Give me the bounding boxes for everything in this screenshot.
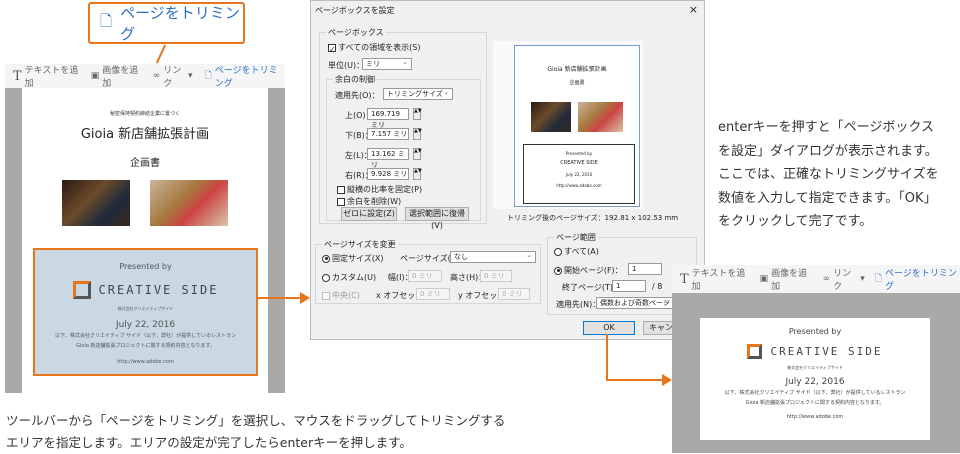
fixed-size-radio[interactable]: 固定サイズ(X): [322, 253, 383, 264]
image-icon: ▣: [90, 71, 100, 81]
custom-radio[interactable]: カスタム(U): [322, 272, 376, 283]
link-button[interactable]: ∞ リンク ▾: [153, 63, 193, 89]
arrow-head-icon: [300, 292, 310, 304]
ok-button[interactable]: OK: [583, 321, 635, 335]
preview-crop-box: Presented by CREATIVE SIDE July 22, 2016…: [523, 144, 635, 204]
photo-restaurant-night: [62, 180, 130, 226]
preview-page: Gioia 新店舗拡張計画 企画書 Presented by CREATIVE …: [514, 45, 640, 207]
right-margin-input[interactable]: 9.928 ミリ: [367, 168, 409, 180]
doc-heading: 企画書: [130, 158, 160, 169]
doc-title: Gioia 新店舗拡張計画: [80, 127, 210, 142]
text-icon: T: [13, 68, 22, 84]
y-offset-input[interactable]: 0 ミリ: [498, 288, 530, 300]
creative-side-logo: CREATIVE SIDE: [72, 281, 219, 299]
bottom-spinner[interactable]: ▲▼: [413, 128, 422, 140]
add-text-button[interactable]: T テキストを追加: [680, 266, 750, 292]
top-spinner[interactable]: ▲▼: [413, 108, 422, 120]
pagesize-group: ページサイズを変更 固定サイズ(X) ページサイズ(Q)： なし カスタム(U)…: [315, 239, 541, 304]
crop-page-callout: 🗋 ページをトリミング: [88, 2, 245, 44]
width-input[interactable]: 0 ミリ: [408, 270, 442, 282]
margins-group: 余白の制御 適用先(O)： トリミングサイズ 上(O)： 169.719 ミリ …: [326, 74, 481, 230]
photo-restaurant-day: [150, 180, 228, 226]
link-icon: ∞: [152, 71, 161, 81]
step-caption: ツールバーから「ページをトリミング」を選択し、マウスをドラッグしてトリミングする…: [6, 413, 506, 450]
page-size-select[interactable]: なし: [450, 250, 536, 263]
set-zero-button[interactable]: ゼロに設定(Z): [341, 207, 397, 221]
range-apply-select[interactable]: 偶数および奇数ページ: [596, 296, 674, 309]
arrow-head-icon: [662, 374, 672, 386]
left-spinner[interactable]: ▲▼: [413, 148, 422, 160]
add-text-button[interactable]: T テキストを追加: [13, 63, 79, 89]
arrow-line: [258, 297, 302, 299]
constrain-checkbox[interactable]: 縦横の比率を固定(P): [337, 184, 422, 195]
result-toolbar: T テキストを追加 ▣ 画像を追加 ∞ リンク ▾ 🗋 ページをトリミング: [672, 265, 960, 293]
from-page-radio[interactable]: 開始ページ(F)：: [554, 265, 623, 276]
link-button[interactable]: ∞ リンク ▾: [823, 266, 865, 292]
crop-page-icon: 🗋: [100, 11, 113, 30]
dialog-title: ページボックスを設定: [315, 6, 395, 15]
pagebox-group: ページボックス ✓すべての領域を表示(S) 単位(U)： ミリ 余白の制御 適用…: [319, 27, 487, 230]
preview-area: Gioia 新店舗拡張計画 企画書 Presented by CREATIVE …: [493, 41, 643, 209]
left-margin-input[interactable]: 13.162 ミリ: [367, 148, 409, 169]
revert-selection-button[interactable]: 選択範囲に復帰(V): [405, 207, 469, 230]
edit-toolbar: T テキストを追加 ▣ 画像を追加 ∞ リンク ▾ 🗋 ページをトリミング: [5, 63, 285, 89]
cropped-page: Presented by CREATIVE SIDE 株式会社クリエイティブサイ…: [700, 318, 930, 440]
apply-to-select[interactable]: トリミングサイズ: [383, 87, 453, 100]
show-all-checkbox[interactable]: ✓ すべての領域を表示(S): [328, 42, 420, 54]
to-page-input[interactable]: 1: [612, 280, 646, 292]
right-spinner[interactable]: ▲▼: [413, 168, 422, 180]
add-image-button[interactable]: ▣ 画像を追加: [91, 63, 141, 89]
bottom-margin-input[interactable]: 7.157 ミリ: [367, 128, 409, 140]
remove-white-checkbox[interactable]: 余白を削除(W): [337, 196, 401, 207]
crop-pages-button[interactable]: 🗋 ページをトリミング: [875, 266, 960, 292]
height-input[interactable]: 0 ミリ: [480, 270, 512, 282]
doc-subtitle: 秘密保持契約締結企業に置づく: [109, 111, 180, 117]
crop-page-icon: 🗋: [204, 71, 212, 81]
top-margin-input[interactable]: 169.719 ミリ: [367, 108, 409, 129]
from-page-input[interactable]: 1: [628, 263, 662, 275]
ok-arrow-line: [606, 334, 608, 381]
trimmed-size-label: トリミング後のページサイズ：192.81 x 102.53 mm: [507, 214, 679, 222]
crop-pages-button[interactable]: 🗋 ページをトリミング: [205, 63, 285, 89]
callout-pointer: [155, 44, 167, 64]
unit-select[interactable]: ミリ: [362, 57, 412, 70]
close-icon[interactable]: ×: [689, 3, 698, 16]
explanation-text: enterキーを押すと「ページボックス を設定」ダイアログが表示されます。 ここでは…: [718, 120, 939, 229]
crop-selection[interactable]: Presented by CREATIVE SIDE 株式会社クリエイティブサイ…: [33, 248, 258, 376]
page-box-dialog: ページボックスを設定 × ページボックス ✓ すべての領域を表示(S) 単位(U)…: [310, 0, 705, 340]
all-pages-radio[interactable]: すべて(A): [554, 246, 599, 257]
add-image-button[interactable]: ▣ 画像を追加: [760, 266, 813, 292]
x-offset-input[interactable]: 0 ミリ: [416, 288, 450, 300]
ok-arrow-line-h: [606, 379, 664, 381]
center-checkbox[interactable]: 中央(C): [322, 290, 360, 301]
result-screenshot: T テキストを追加 ▣ 画像を追加 ∞ リンク ▾ 🗋 ページをトリミング Present…: [672, 265, 960, 453]
